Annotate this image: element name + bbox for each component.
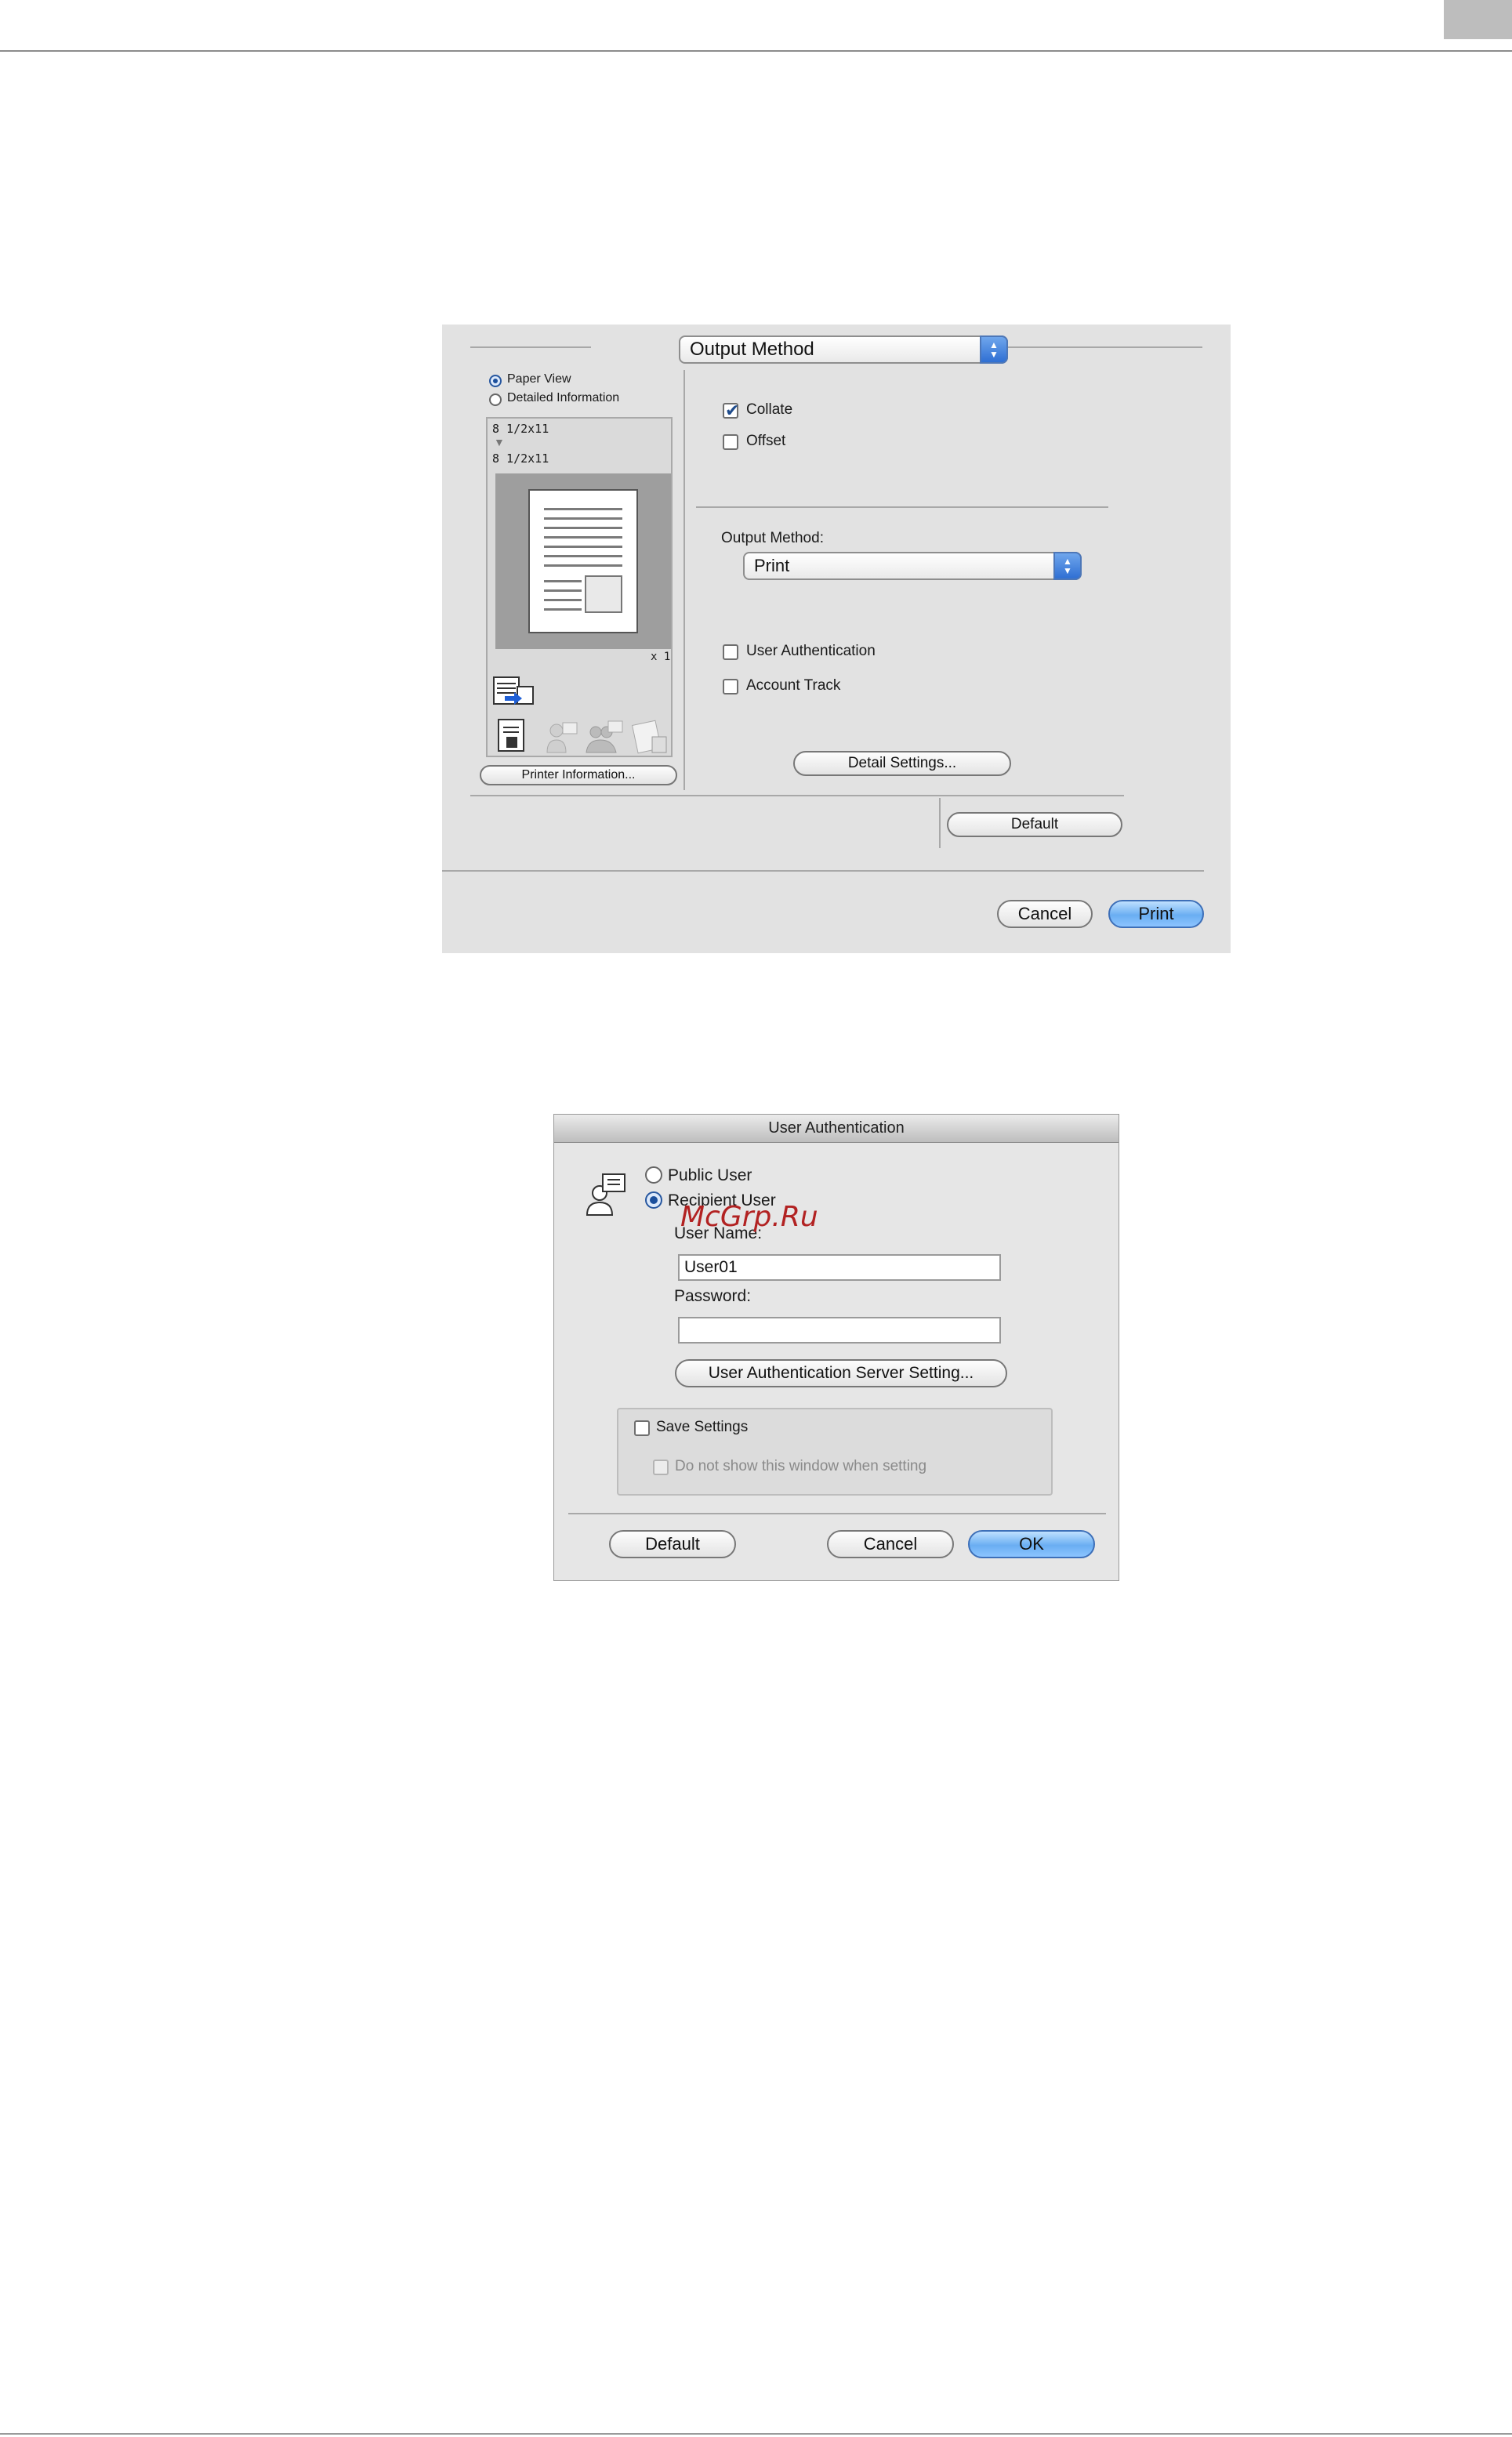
watermark-text: McGrp.Ru: [680, 1201, 818, 1233]
staple-finishing-icon: [631, 720, 667, 754]
divider: [470, 346, 591, 348]
popup-arrows-icon: ▲ ▼: [980, 335, 1008, 364]
preview-text-line: [544, 580, 582, 582]
divider: [1005, 346, 1202, 348]
popup-arrows-icon: ▲ ▼: [1053, 552, 1082, 580]
detailed-information-radio[interactable]: [489, 393, 502, 406]
preview-text-line: [544, 527, 622, 529]
paper-preview-panel: 8 1/2x11 ▼ 8 1/2x11 x 1: [486, 417, 673, 757]
preview-image-icon: [585, 575, 622, 613]
preview-text-line: [544, 508, 622, 510]
panel-popup[interactable]: Output Method ▲ ▼: [679, 335, 1008, 364]
offset-checkbox[interactable]: [723, 434, 738, 450]
default-button[interactable]: Default: [609, 1530, 736, 1558]
preview-text-line: [544, 564, 622, 567]
footer-divider: [568, 1513, 1106, 1514]
output-method-select[interactable]: Print ▲ ▼: [743, 552, 1082, 580]
user-authentication-server-setting-button[interactable]: User Authentication Server Setting...: [675, 1359, 1007, 1387]
footer-divider: [442, 870, 1204, 872]
user-authentication-checkbox[interactable]: [723, 644, 738, 660]
print-dialog: Output Method ▲ ▼ Paper View Detailed Inf…: [442, 325, 1231, 953]
public-user-label: Public User: [668, 1166, 752, 1184]
print-job-icon: [498, 719, 524, 752]
page-footer-rule: [0, 2433, 1512, 2435]
user-box-icon: [586, 720, 623, 753]
preview-text-line: [544, 555, 622, 557]
public-user-radio[interactable]: [645, 1166, 662, 1184]
panel-popup-label: Output Method: [690, 339, 814, 360]
account-track-label: Account Track: [746, 677, 841, 694]
cancel-button[interactable]: Cancel: [997, 900, 1093, 928]
dialog-title-bar: User Authentication: [554, 1115, 1119, 1143]
default-button[interactable]: Default: [947, 812, 1122, 837]
divider: [939, 798, 941, 848]
output-size-label: 8 1/2x11: [492, 451, 549, 466]
save-settings-label: Save Settings: [656, 1419, 749, 1435]
ok-button[interactable]: OK: [968, 1530, 1095, 1558]
preview-page: [528, 489, 638, 633]
page-header-rule: [0, 50, 1512, 52]
save-settings-checkbox[interactable]: [634, 1420, 650, 1436]
output-method-value: Print: [754, 556, 790, 575]
offset-label: Offset: [746, 433, 786, 449]
preview-text-line: [544, 608, 582, 611]
output-method-label: Output Method:: [721, 530, 824, 546]
account-track-checkbox[interactable]: [723, 679, 738, 694]
printer-information-button[interactable]: Printer Information...: [480, 765, 677, 785]
arrow-down-icon: ▼: [494, 436, 505, 448]
page-preview: [495, 473, 671, 649]
preview-text-line: [544, 589, 582, 592]
paper-view-label: Paper View: [507, 372, 571, 386]
do-not-show-checkbox[interactable]: [653, 1460, 669, 1475]
column-divider: [683, 370, 685, 790]
recipient-user-icon: [586, 1173, 625, 1216]
collate-checkbox[interactable]: [723, 401, 739, 421]
password-label: Password:: [674, 1287, 752, 1305]
user-name-field[interactable]: User01: [678, 1254, 1001, 1281]
paper-view-radio[interactable]: [489, 375, 502, 387]
page-corner-tab: [1444, 0, 1512, 39]
preview-text-line: [544, 536, 622, 539]
save-settings-group: Save Settings Do not show this window wh…: [617, 1408, 1053, 1496]
divider: [470, 795, 1124, 796]
user-name-value: User01: [684, 1258, 738, 1276]
do-not-show-label: Do not show this window when setting: [675, 1458, 927, 1474]
output-tray-icon: [493, 676, 534, 705]
preview-text-line: [544, 517, 622, 520]
user-authentication-label: User Authentication: [746, 643, 876, 659]
preview-text-line: [544, 599, 582, 601]
preview-text-line: [544, 546, 622, 548]
detailed-information-label: Detailed Information: [507, 391, 620, 404]
dialog-title: User Authentication: [768, 1119, 905, 1137]
collate-label: Collate: [746, 401, 793, 418]
password-field[interactable]: [678, 1317, 1001, 1344]
user-authentication-dialog: User Authentication Public User Recipien…: [553, 1114, 1119, 1581]
recipient-user-radio[interactable]: [645, 1191, 662, 1209]
cancel-button[interactable]: Cancel: [827, 1530, 954, 1558]
source-size-label: 8 1/2x11: [492, 422, 549, 436]
section-divider: [696, 506, 1108, 508]
copies-label: x 1: [651, 651, 671, 663]
print-button[interactable]: Print: [1108, 900, 1204, 928]
secure-print-icon: [546, 722, 578, 753]
detail-settings-button[interactable]: Detail Settings...: [793, 751, 1011, 776]
